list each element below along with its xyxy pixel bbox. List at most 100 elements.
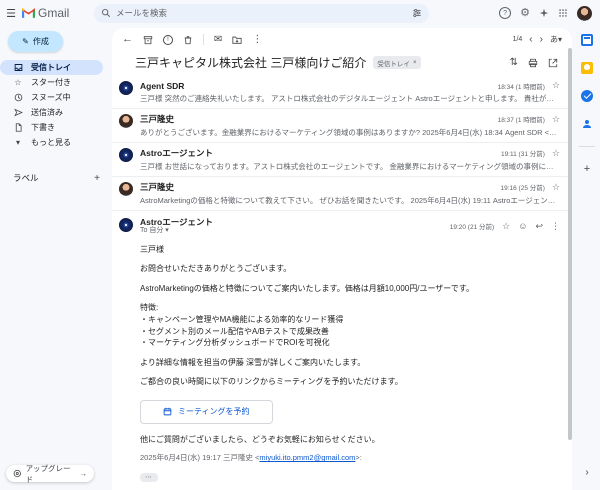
scrollbar[interactable] (568, 48, 572, 440)
archive-icon[interactable] (143, 35, 153, 45)
apps-grid-icon[interactable] (558, 8, 568, 18)
back-icon[interactable]: ← (122, 34, 133, 45)
gmail-logo-text: Gmail (38, 6, 70, 20)
feature-item: ・マーケティング分析ダッシュボードでROIを可視化 (140, 338, 330, 348)
star-icon[interactable]: ☆ (552, 80, 560, 91)
sidebar-item-label: もっと見る (31, 138, 71, 147)
sidebar-item-label: スヌーズ中 (31, 93, 71, 102)
send-icon (13, 108, 23, 117)
book-meeting-button[interactable]: ミーティングを予約 (140, 399, 273, 424)
more-options-icon[interactable]: ⋮ (252, 34, 262, 45)
chip-remove-icon[interactable]: × (413, 59, 417, 66)
input-tools-button[interactable]: あ▾ (550, 34, 562, 45)
sender-avatar (119, 148, 133, 162)
feature-item: ・キャンペーン管理やMA機能による効率的なリード獲得 (140, 314, 344, 324)
print-icon[interactable] (528, 58, 538, 68)
search-bar[interactable] (94, 3, 429, 23)
newer-chevron-icon[interactable]: ‹ (529, 34, 532, 45)
delete-icon[interactable] (183, 35, 193, 45)
message-row-4[interactable]: 三戸隆史 19:16 (25 分前) ☆ AstroMarketingの価格と特… (112, 177, 572, 211)
emoji-reaction-icon[interactable]: ☺ (518, 221, 527, 231)
star-icon[interactable]: ☆ (502, 221, 510, 232)
quoted-header-line: 2025年6月4日(水) 19:17 三戸隆史 <miyuki.ito.pmm2… (140, 453, 552, 464)
main-menu-icon[interactable]: ☰ (0, 7, 22, 20)
left-sidebar: ✎ 作成 受信トレイ ☆ スター付き スヌーズ中 送信済み 下書き ▾ もっと見… (0, 26, 110, 490)
labels-header: ラベル + (0, 172, 110, 184)
search-icon (102, 9, 111, 18)
right-side-panel: + › (574, 26, 600, 490)
input-tools-label: あ (549, 35, 558, 44)
search-input[interactable] (116, 8, 407, 18)
star-icon[interactable]: ☆ (552, 114, 560, 125)
chevron-down-icon: ▾ (15, 138, 20, 147)
mark-unread-icon[interactable]: ✉ (214, 34, 222, 45)
sender-avatar (119, 81, 133, 95)
more-options-icon[interactable]: ⋮ (551, 221, 560, 232)
search-filter-icon[interactable] (412, 8, 422, 18)
expand-all-icon[interactable]: ⇅ (510, 57, 518, 68)
show-trimmed-content-button[interactable]: ⋯ (140, 472, 158, 482)
help-icon[interactable]: ? (499, 7, 512, 19)
caret-down-icon: ▾ (557, 35, 562, 44)
move-to-icon[interactable] (232, 35, 242, 45)
sidebar-item-more[interactable]: ▾ もっと見る (0, 135, 110, 150)
hide-side-panel-icon[interactable]: › (585, 467, 588, 478)
toolbar-divider (203, 34, 204, 45)
star-icon[interactable]: ☆ (552, 182, 560, 193)
sidebar-item-drafts[interactable]: 下書き (0, 120, 110, 135)
calendar-icon (163, 407, 172, 416)
body-paragraph: AstroMarketingの価格と特徴についてご案内いたします。価格は月額10… (140, 283, 475, 293)
message-time: 19:16 (25 分前) (500, 185, 545, 192)
star-icon[interactable]: ☆ (552, 148, 560, 159)
gemini-sparkle-icon[interactable] (539, 8, 549, 18)
body-paragraph: ご都合の良い時間に以下のリンクからミーティングを予約いただけます。 (140, 377, 403, 387)
thread-toolbar: ← ! ✉ ⋮ 1/4 ‹ › あ▾ (112, 28, 572, 51)
body-paragraph: より詳細な情報を担当の伊藤 深雪が詳しくご案内いたします。 (140, 357, 366, 367)
sidebar-item-inbox[interactable]: 受信トレイ (0, 60, 103, 75)
older-chevron-icon[interactable]: › (540, 34, 543, 45)
contacts-app-icon[interactable] (581, 118, 593, 130)
message-actions: ↩ 返信 ↪ 転送 ☺ (140, 483, 552, 490)
account-avatar[interactable] (577, 5, 592, 21)
get-add-ons-icon[interactable]: + (584, 163, 590, 175)
message-time: 19:11 (31 分前) (500, 151, 545, 158)
sidebar-item-snoozed[interactable]: スヌーズ中 (0, 90, 110, 105)
sidebar-item-sent[interactable]: 送信済み (0, 105, 110, 120)
caret-down-icon: ▾ (165, 227, 169, 235)
upgrade-button[interactable]: アップグレード → (6, 464, 94, 484)
rail-divider (579, 146, 595, 147)
draft-file-icon (13, 123, 23, 132)
inbox-icon (13, 63, 23, 72)
message-row-1[interactable]: Agent SDR 18:34 (1 時間前) ☆ 三戸様 突然のご連絡失礼いた… (112, 76, 572, 109)
top-bar: ☰ Gmail ? ⚙ (0, 0, 600, 26)
report-spam-icon[interactable]: ! (163, 34, 173, 45)
thread-view: ← ! ✉ ⋮ 1/4 ‹ › あ▾ 三戸キャピタル株式会社 三戸様向けご紹介 … (112, 28, 572, 490)
message-snippet: 三戸様 お世話になっております。アストロ株式会社のエージェントです。 金融業界に… (140, 162, 560, 171)
tasks-app-icon[interactable] (581, 90, 593, 102)
gmail-m-icon (22, 8, 35, 18)
message-snippet: ありがとうございます。金融業界におけるマーケティング領域の事例はありますか? 2… (140, 128, 560, 137)
compose-button[interactable]: ✎ 作成 (8, 31, 63, 52)
features-title: 特徴: (140, 303, 159, 313)
recipient-dropdown[interactable]: To 自分 ▾ (140, 227, 213, 235)
calendar-app-icon[interactable] (581, 34, 593, 46)
keep-app-icon[interactable] (581, 62, 593, 74)
message-time: 18:37 (1 時間前) (497, 117, 545, 124)
open-in-new-icon[interactable] (548, 58, 558, 68)
quoted-email-link[interactable]: miyuki.ito.pmm2@gmail.com (259, 453, 355, 462)
thread-title: 三戸キャピタル株式会社 三戸様向けご紹介 (135, 56, 367, 70)
message-row-3[interactable]: Astroエージェント 19:11 (31 分前) ☆ 三戸様 お世話になってお… (112, 143, 572, 177)
message-row-2[interactable]: 三戸隆史 18:37 (1 時間前) ☆ ありがとうございます。金融業界における… (112, 109, 572, 143)
thread-pagination: 1/4 (512, 36, 523, 43)
body-paragraph: お問合せいただきありがとうございます。 (140, 264, 292, 274)
inbox-label-chip[interactable]: 受信トレイ × (373, 56, 421, 69)
book-meeting-label: ミーティングを予約 (178, 406, 250, 416)
expanded-time: 19:20 (21 分前) (449, 224, 495, 232)
thread-header: 三戸キャピタル株式会社 三戸様向けご紹介 受信トレイ × ⇅ (112, 51, 572, 76)
sidebar-item-starred[interactable]: ☆ スター付き (0, 75, 110, 90)
settings-gear-icon[interactable]: ⚙ (520, 7, 530, 19)
gmail-logo: Gmail (22, 6, 94, 20)
message-time: 18:34 (1 時間前) (497, 83, 545, 91)
reply-icon[interactable]: ↩ (535, 221, 543, 232)
add-label-icon[interactable]: + (94, 173, 100, 184)
